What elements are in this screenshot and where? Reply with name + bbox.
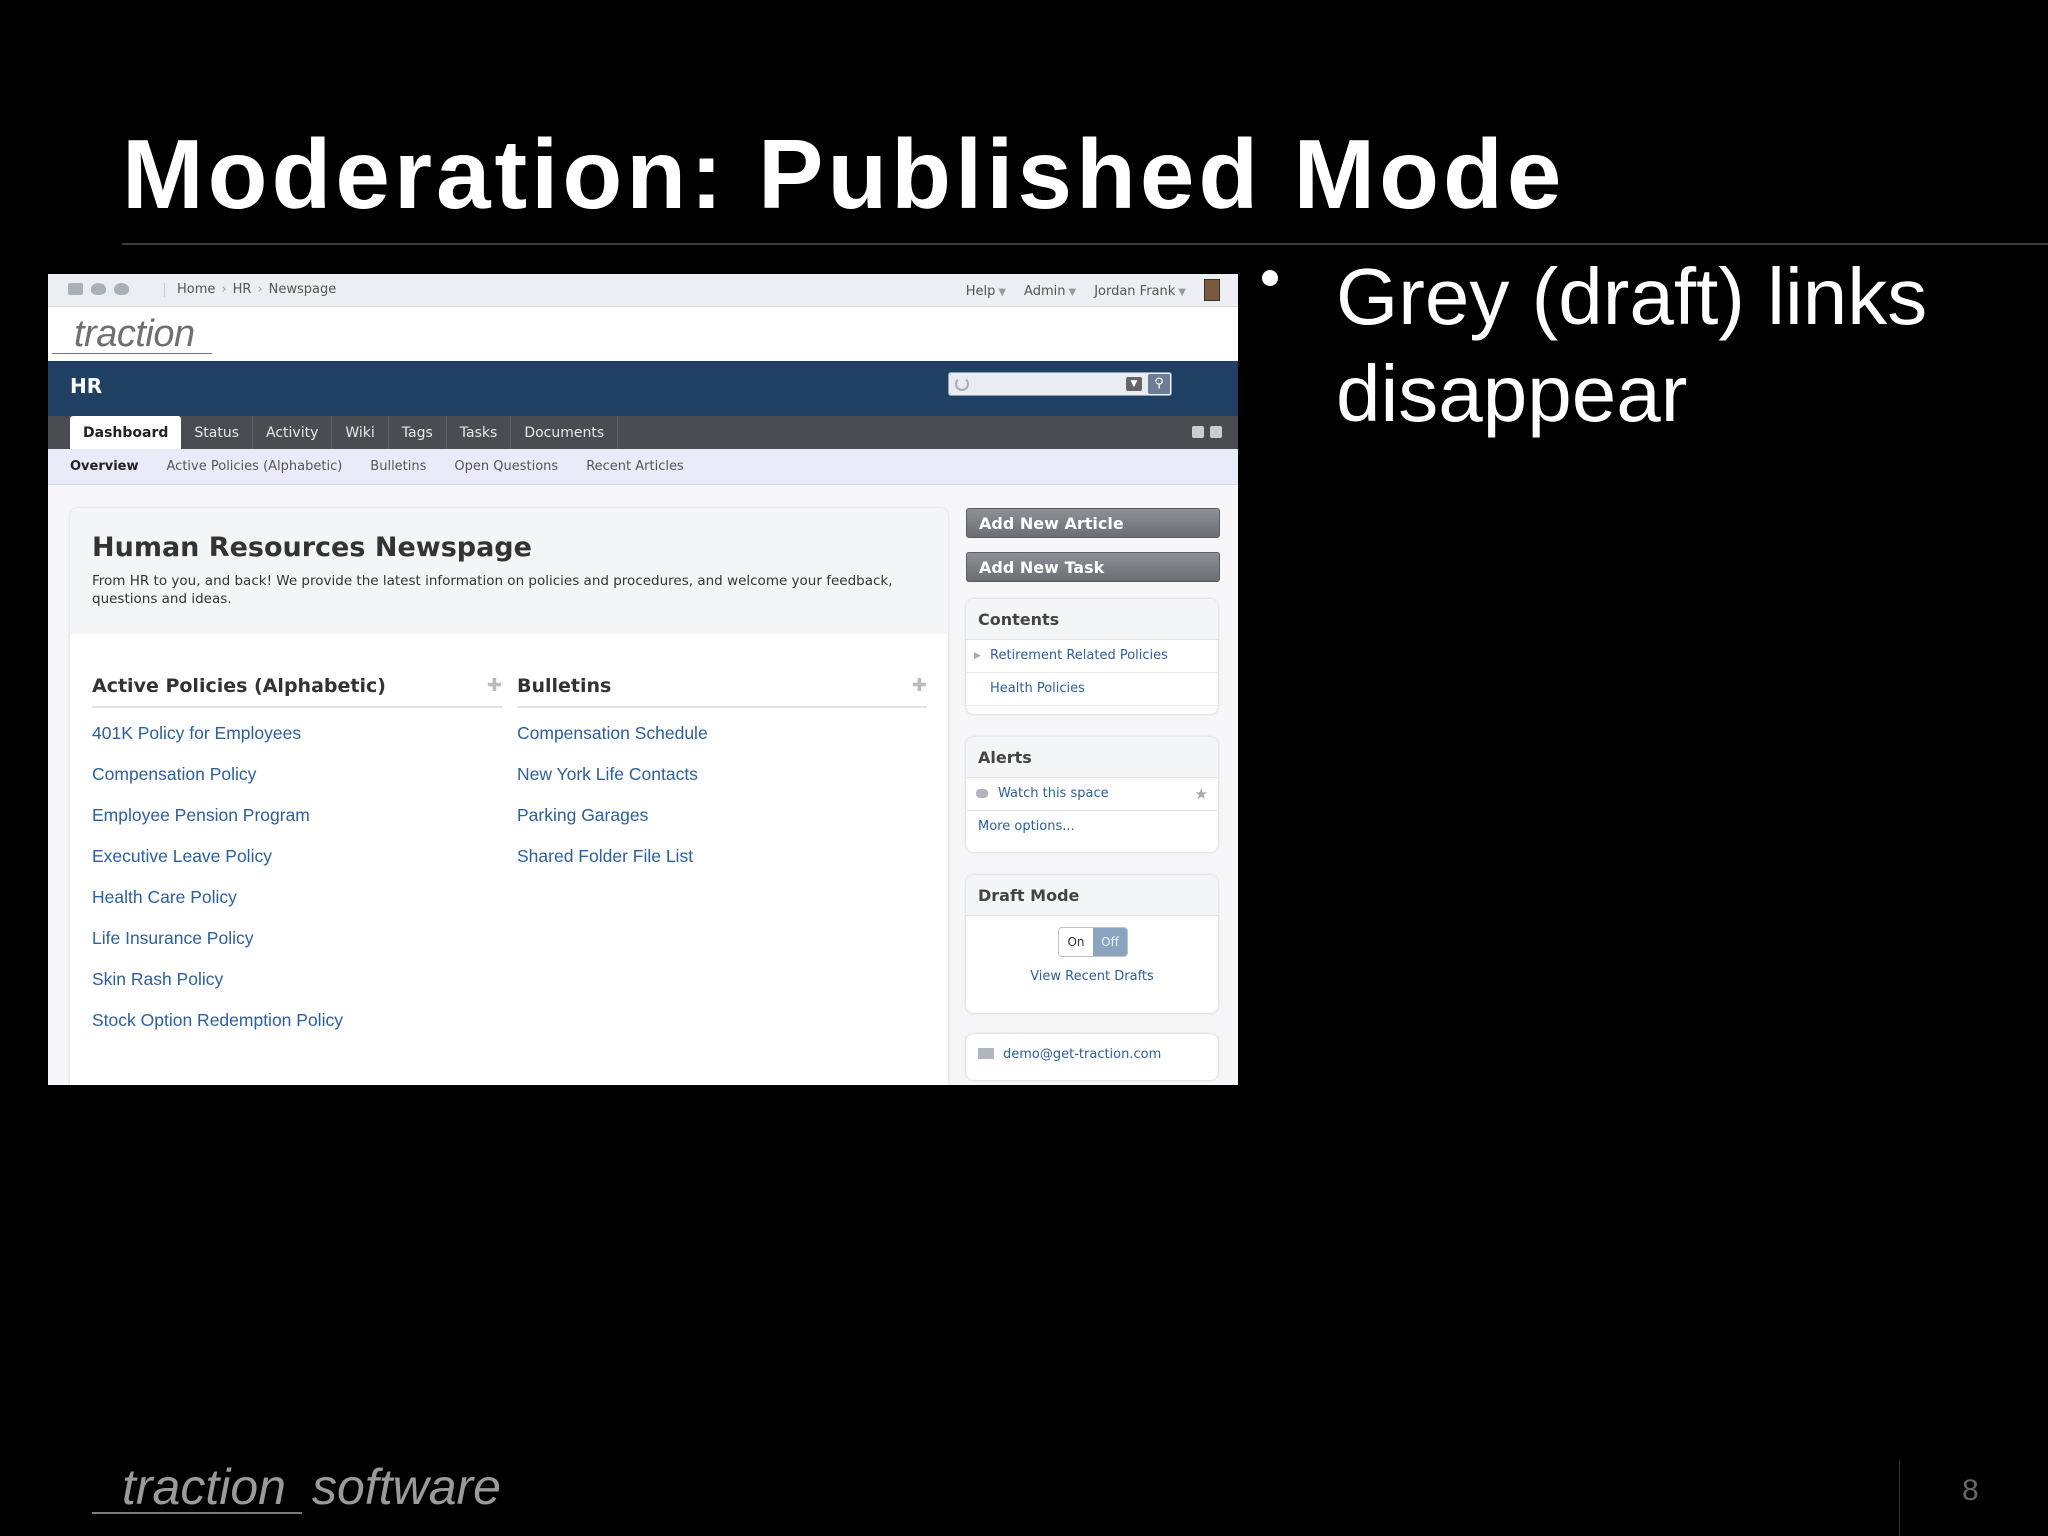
help-menu[interactable]: Help ▼ bbox=[966, 284, 1006, 299]
space-title[interactable]: HR bbox=[70, 374, 102, 398]
print-icon[interactable] bbox=[1192, 426, 1204, 438]
policies-section: Active Policies (Alphabetic) ✚ 401K Poli… bbox=[92, 675, 502, 1050]
contents-item[interactable]: ▶ Retirement Related Policies bbox=[966, 640, 1218, 673]
breadcrumb: Home › HR › Newspage bbox=[164, 282, 336, 297]
home-icon[interactable] bbox=[68, 283, 83, 295]
add-new-article-button[interactable]: Add New Article bbox=[966, 508, 1220, 538]
list-item[interactable]: New York Life Contacts bbox=[517, 763, 927, 804]
contents-heading: Contents bbox=[966, 599, 1218, 640]
list-item[interactable]: Health Care Policy bbox=[92, 886, 502, 927]
card-header: Human Resources Newspage From HR to you,… bbox=[70, 508, 948, 634]
draft-mode-toggle[interactable]: On Off bbox=[1058, 927, 1128, 957]
top-bar: Home › HR › Newspage Help ▼ Admin ▼ Jordan… bbox=[48, 274, 1238, 307]
breadcrumb-newspage[interactable]: Newspage bbox=[269, 282, 337, 297]
chevron-down-icon: ▼ bbox=[998, 287, 1007, 298]
comment-icon bbox=[976, 789, 988, 798]
page-description: From HR to you, and back! We provide the… bbox=[92, 573, 893, 607]
more-options-link[interactable]: More options... bbox=[966, 811, 1218, 843]
add-policy-icon[interactable]: ✚ bbox=[487, 675, 502, 696]
refresh-icon bbox=[955, 377, 969, 391]
people-icon[interactable] bbox=[114, 283, 129, 295]
chat-icon[interactable] bbox=[91, 283, 106, 295]
breadcrumb-home[interactable]: Home bbox=[177, 282, 215, 297]
sub-navigation: Overview Active Policies (Alphabetic) Bu… bbox=[48, 449, 1238, 485]
bullet-dot bbox=[1262, 270, 1278, 286]
search-input[interactable]: ▼ ⚲ bbox=[948, 372, 1172, 396]
contents-panel: Contents ▶ Retirement Related Policies He… bbox=[966, 599, 1218, 714]
add-new-task-button[interactable]: Add New Task bbox=[966, 552, 1220, 582]
list-item[interactable]: Compensation Policy bbox=[92, 763, 502, 804]
bulletins-section: Bulletins ✚ Compensation Schedule New Yo… bbox=[517, 675, 927, 886]
toggle-off[interactable]: Off bbox=[1093, 928, 1127, 956]
view-recent-drafts-link[interactable]: View Recent Drafts bbox=[966, 969, 1218, 984]
draft-mode-heading: Draft Mode bbox=[966, 875, 1218, 916]
subnav-overview[interactable]: Overview bbox=[70, 459, 139, 474]
space-header: HR ▼ ⚲ bbox=[48, 361, 1238, 416]
tab-wiki[interactable]: Wiki bbox=[332, 416, 389, 449]
list-item[interactable]: 401K Policy for Employees bbox=[92, 722, 502, 763]
subnav-recent-articles[interactable]: Recent Articles bbox=[586, 459, 684, 474]
star-icon[interactable]: ★ bbox=[1195, 778, 1208, 810]
tab-activity[interactable]: Activity bbox=[253, 416, 333, 449]
tab-status[interactable]: Status bbox=[181, 416, 254, 449]
policies-heading[interactable]: Active Policies (Alphabetic) bbox=[92, 675, 386, 697]
alerts-heading: Alerts bbox=[966, 737, 1218, 778]
user-menu[interactable]: Jordan Frank ▼ bbox=[1094, 284, 1186, 299]
page-title: Human Resources Newspage bbox=[92, 532, 532, 563]
expand-icon[interactable]: ▶ bbox=[974, 640, 981, 672]
breadcrumb-hr[interactable]: HR bbox=[233, 282, 252, 297]
tab-dashboard[interactable]: Dashboard bbox=[70, 416, 182, 449]
contents-item[interactable]: Health Policies bbox=[966, 673, 1218, 706]
breadcrumb-separator-icon: › bbox=[221, 282, 227, 297]
list-item[interactable]: Employee Pension Program bbox=[92, 804, 502, 845]
slide-title: Moderation: Published Mode bbox=[122, 119, 1566, 229]
alerts-panel: Alerts Watch this space ★ More options..… bbox=[966, 737, 1218, 852]
tab-bar: Dashboard Status Activity Wiki Tags Task… bbox=[48, 416, 1238, 449]
tab-tags[interactable]: Tags bbox=[389, 416, 447, 449]
rss-icon[interactable] bbox=[1210, 426, 1222, 438]
list-item[interactable]: Shared Folder File List bbox=[517, 845, 927, 886]
bullet-text: Grey (draft) links disappear bbox=[1336, 252, 1928, 438]
email-link[interactable]: demo@get-traction.com bbox=[1003, 1047, 1161, 1062]
toggle-on[interactable]: On bbox=[1059, 928, 1093, 956]
list-item[interactable]: Executive Leave Policy bbox=[92, 845, 502, 886]
subnav-bulletins[interactable]: Bulletins bbox=[370, 459, 426, 474]
draft-mode-panel: Draft Mode On Off View Recent Drafts bbox=[966, 875, 1218, 1013]
newspage-card: Human Resources Newspage From HR to you,… bbox=[70, 508, 948, 1085]
search-scope-dropdown[interactable]: ▼ bbox=[1126, 377, 1142, 391]
list-item[interactable]: Life Insurance Policy bbox=[92, 927, 502, 968]
admin-menu[interactable]: Admin ▼ bbox=[1024, 284, 1076, 299]
watch-space-link[interactable]: Watch this space ★ bbox=[966, 778, 1218, 811]
avatar[interactable] bbox=[1204, 279, 1220, 301]
list-item[interactable]: Skin Rash Policy bbox=[92, 968, 502, 1009]
list-item[interactable]: Compensation Schedule bbox=[517, 722, 927, 763]
subnav-active-policies[interactable]: Active Policies (Alphabetic) bbox=[167, 459, 343, 474]
breadcrumb-separator-icon: › bbox=[257, 282, 263, 297]
email-panel: demo@get-traction.com bbox=[966, 1034, 1218, 1080]
page-number: 8 bbox=[1962, 1474, 1979, 1507]
mail-icon bbox=[978, 1048, 994, 1059]
bulletins-heading[interactable]: Bulletins bbox=[517, 675, 611, 697]
traction-logo[interactable]: traction bbox=[74, 313, 195, 356]
title-divider bbox=[122, 243, 2048, 245]
logo-underline bbox=[52, 353, 212, 354]
bullet-point: Grey (draft) links disappear bbox=[1262, 248, 2022, 442]
chevron-down-icon: ▼ bbox=[1178, 287, 1186, 298]
add-bulletin-icon[interactable]: ✚ bbox=[912, 675, 927, 696]
list-item[interactable]: Stock Option Redemption Policy bbox=[92, 1009, 502, 1050]
footer-divider bbox=[1899, 1460, 1900, 1536]
tab-tasks[interactable]: Tasks bbox=[447, 416, 512, 449]
chevron-down-icon: ▼ bbox=[1068, 287, 1077, 298]
list-item[interactable]: Parking Garages bbox=[517, 804, 927, 845]
logo-band: traction bbox=[48, 307, 1238, 361]
footer-logo: traction software bbox=[92, 1458, 512, 1518]
subnav-open-questions[interactable]: Open Questions bbox=[454, 459, 558, 474]
search-icon[interactable]: ⚲ bbox=[1148, 374, 1170, 394]
app-screenshot: Home › HR › Newspage Help ▼ Admin ▼ Jordan… bbox=[48, 274, 1238, 1085]
tab-documents[interactable]: Documents bbox=[511, 416, 619, 449]
